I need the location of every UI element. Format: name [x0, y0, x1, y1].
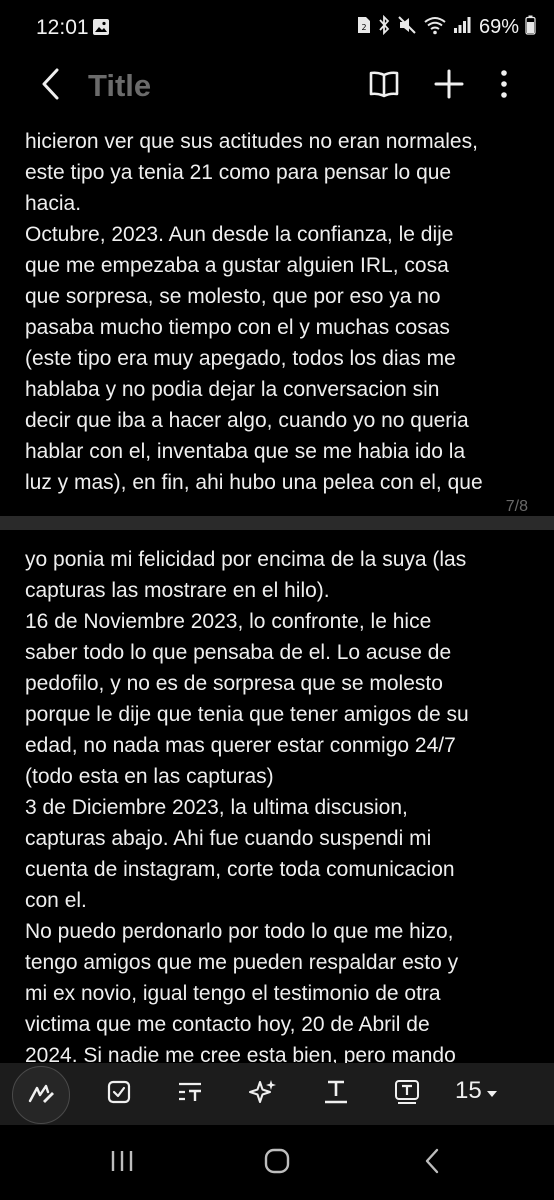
text-box-button[interactable]	[384, 1071, 430, 1117]
page-2-text[interactable]: yo ponia mi felicidad por encima de la s…	[25, 544, 535, 1063]
ai-assist-button[interactable]	[240, 1071, 286, 1117]
home-button[interactable]	[247, 1143, 307, 1183]
page-1-text[interactable]: hicieron ver que sus actitudes no eran n…	[25, 126, 535, 498]
caret-down-icon	[486, 1077, 498, 1105]
sim-icon: 2	[357, 16, 371, 39]
signal-icon	[453, 16, 471, 39]
mute-icon	[397, 15, 417, 40]
more-options-button[interactable]	[482, 64, 526, 108]
battery-percent: 69%	[478, 15, 519, 38]
book-icon	[368, 70, 400, 103]
svg-text:2: 2	[361, 23, 366, 32]
add-button[interactable]	[427, 64, 471, 108]
font-size-selector[interactable]: 15	[455, 1077, 498, 1105]
text-underline-icon	[323, 1079, 349, 1110]
checkbox-icon	[107, 1080, 131, 1109]
more-icon	[500, 69, 508, 104]
navigation-bar	[0, 1125, 554, 1200]
reading-mode-button[interactable]	[362, 64, 406, 108]
note-page-1[interactable]: hicieron ver que sus actitudes no eran n…	[0, 120, 554, 516]
status-time: 12:01	[36, 16, 89, 39]
plus-icon	[434, 69, 464, 104]
page-number: 7/8	[505, 498, 528, 515]
home-icon	[263, 1147, 291, 1180]
back-nav-icon	[424, 1148, 440, 1179]
handwriting-button[interactable]	[12, 1066, 70, 1124]
editing-toolbar: 15	[0, 1063, 554, 1125]
back-button[interactable]	[30, 66, 70, 106]
back-icon	[39, 67, 61, 106]
sparkle-icon	[249, 1078, 277, 1111]
font-size-value: 15	[455, 1077, 482, 1104]
image-icon	[92, 18, 110, 41]
nav-back-button[interactable]	[402, 1143, 462, 1183]
page-divider	[0, 516, 554, 530]
note-page-2[interactable]: yo ponia mi felicidad por encima de la s…	[0, 530, 554, 1063]
text-box-icon	[394, 1079, 420, 1110]
wifi-icon	[423, 15, 447, 40]
battery-icon	[525, 15, 536, 40]
text-style-icon	[176, 1080, 204, 1109]
pen-icon	[27, 1082, 55, 1109]
text-style-button[interactable]	[167, 1071, 213, 1117]
recents-icon	[109, 1149, 135, 1178]
page-title[interactable]: Title	[88, 66, 151, 106]
status-icons: 2 69%	[357, 12, 536, 42]
status-bar: 12:01 2 69%	[0, 0, 554, 56]
underline-button[interactable]	[313, 1071, 359, 1117]
app-bar: Title	[0, 56, 554, 118]
checklist-button[interactable]	[96, 1071, 142, 1117]
bluetooth-icon	[377, 14, 391, 40]
recents-button[interactable]	[92, 1143, 152, 1183]
